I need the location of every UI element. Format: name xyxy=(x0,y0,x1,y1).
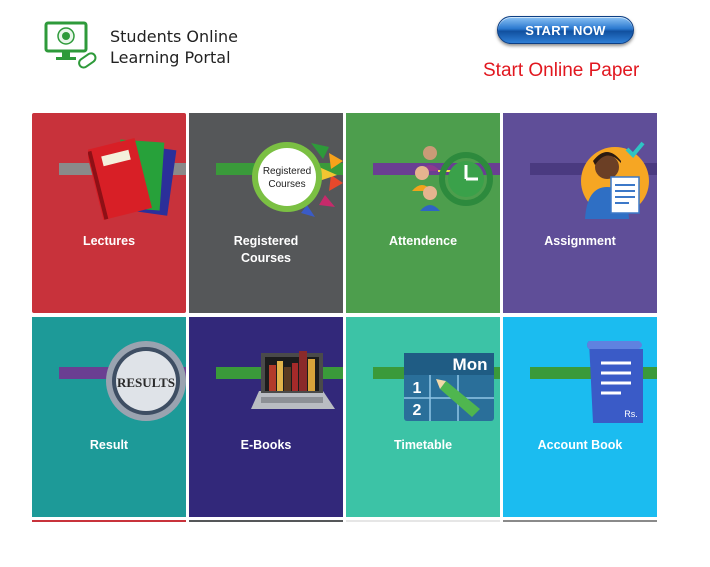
tile-label: Assignment xyxy=(544,234,616,248)
portal-title: Students Online Learning Portal xyxy=(110,26,238,68)
tile-label: E-Books xyxy=(240,438,292,452)
start-now-button[interactable]: START NOW xyxy=(497,16,634,44)
tile-label: Attendence xyxy=(388,234,458,248)
tile-e-books[interactable]: E-Books xyxy=(189,317,343,517)
tile-timetable[interactable]: Mon 1 2 Timetable xyxy=(346,317,500,517)
badge-line1: Registered xyxy=(263,166,311,177)
ebooks-laptop-icon xyxy=(251,345,337,424)
portal-tile-grid: Lectures Registered Courses Registered C… xyxy=(32,113,658,519)
next-row-edge xyxy=(346,520,500,522)
next-row-edge xyxy=(32,520,186,522)
calendar-icon: Mon 1 2 xyxy=(402,351,496,428)
tile-label: Lectures xyxy=(82,234,136,248)
tile-label: Result xyxy=(89,438,129,452)
portal-logo-icon xyxy=(44,20,100,72)
tile-label-line2: Courses xyxy=(240,251,292,265)
calendar-day: Mon xyxy=(453,355,488,374)
tile-lectures[interactable]: Lectures xyxy=(32,113,186,313)
attendance-clock-icon xyxy=(408,143,500,220)
start-online-paper-link[interactable]: Start Online Paper xyxy=(483,60,639,82)
tile-label: Account Book xyxy=(537,438,623,452)
calendar-number-2: 2 xyxy=(413,402,422,419)
tile-registered-courses[interactable]: Registered Courses Registered Courses xyxy=(189,113,343,313)
portal-title-line1: Students Online xyxy=(110,27,239,46)
tile-assignment[interactable]: Assignment xyxy=(503,113,657,313)
tile-label-line1: Registered xyxy=(233,234,299,248)
results-magnifier-icon: RESULTS xyxy=(102,337,186,428)
next-row-edge xyxy=(503,520,657,522)
results-badge-text: RESULTS xyxy=(117,375,175,390)
account-book-icon: Rs. xyxy=(583,335,653,430)
currency-label: Rs. xyxy=(624,409,638,419)
tile-label: Registered Courses xyxy=(189,233,343,267)
tile-attendence[interactable]: Attendence xyxy=(346,113,500,313)
tile-account-book[interactable]: Rs. Account Book xyxy=(503,317,657,517)
assignment-student-icon xyxy=(577,139,653,226)
calendar-number-1: 1 xyxy=(413,380,422,397)
tile-result[interactable]: RESULTS Result xyxy=(32,317,186,517)
notebooks-icon xyxy=(86,133,186,228)
registered-courses-icon: Registered Courses xyxy=(249,137,343,222)
badge-line2: Courses xyxy=(268,179,305,190)
next-row-edge xyxy=(189,520,343,522)
portal-title-line2: Learning Portal xyxy=(110,48,231,67)
tile-label: Timetable xyxy=(393,438,453,452)
